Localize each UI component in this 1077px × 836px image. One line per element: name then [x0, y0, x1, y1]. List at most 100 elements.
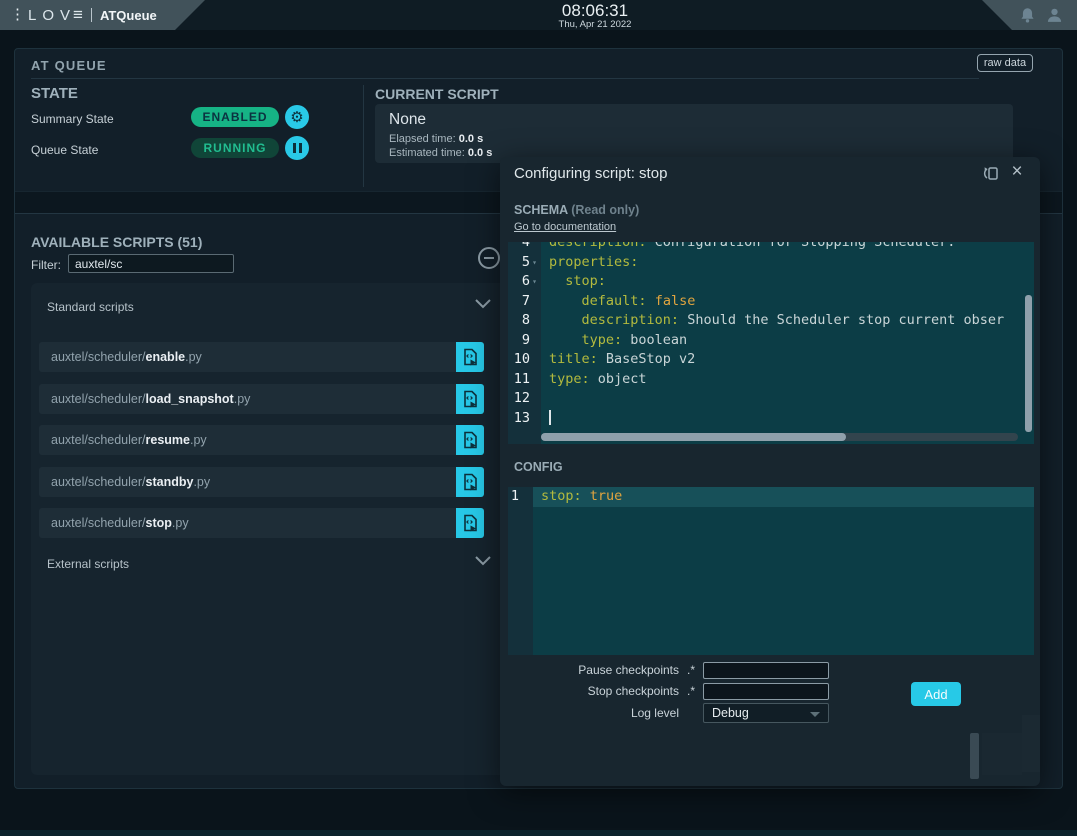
estimated-time-label: Estimated time:	[389, 147, 465, 159]
schema-title: SCHEMA	[514, 203, 568, 217]
text-cursor	[549, 410, 551, 425]
launch-script-icon	[462, 514, 479, 532]
config-code: stop: true	[533, 487, 1034, 655]
notifications-bell-icon[interactable]	[1019, 7, 1036, 24]
atqueue-app: ⋮ LOV ≡ ATQueue 08:06:31 Thu, Apr 21 202…	[0, 0, 1077, 836]
pause-checkpoints-hint: .*	[683, 663, 695, 677]
launch-script-button[interactable]	[456, 342, 484, 372]
modal-title: Configuring script: stop	[514, 165, 667, 182]
summary-state-badge: ENABLED	[191, 107, 279, 127]
menu-icon[interactable]: ⋮	[10, 0, 28, 30]
top-bar-right	[982, 0, 1077, 30]
pause-icon	[293, 143, 302, 153]
launch-script-icon	[462, 473, 479, 491]
standard-scripts-header[interactable]: Standard scripts	[47, 300, 134, 314]
schema-code: description: Configuration for Stopping …	[541, 242, 1034, 444]
chevron-down-icon[interactable]	[475, 299, 491, 309]
script-item[interactable]: auxtel/scheduler/resume.py	[39, 425, 484, 455]
launch-script-button[interactable]	[456, 384, 484, 414]
state-section-title: STATE	[31, 85, 78, 102]
chevron-down-icon[interactable]	[475, 556, 491, 566]
log-level-value: Debug	[712, 706, 749, 720]
line-number: 11	[508, 370, 541, 390]
external-scripts-header[interactable]: External scripts	[47, 557, 129, 571]
pause-checkpoints-label: Pause checkpoints	[508, 663, 679, 677]
gear-icon: ⚙	[290, 110, 303, 125]
code-line	[549, 409, 1034, 429]
logo-divider	[91, 8, 92, 22]
elapsed-time-label: Elapsed time:	[389, 133, 456, 145]
current-script-card: None Elapsed time: 0.0 s Estimated time:…	[375, 104, 1013, 163]
launch-script-button[interactable]	[456, 425, 484, 455]
clock: 08:06:31 Thu, Apr 21 2022	[530, 2, 660, 30]
page-title: AT QUEUE	[31, 58, 107, 73]
queue-state-label: Queue State	[31, 143, 98, 157]
schema-gutter: 45▾6▾78910111213	[508, 242, 541, 444]
code-line	[549, 389, 1034, 409]
line-number: 4	[508, 242, 541, 253]
code-line: stop: true	[533, 487, 1034, 507]
current-script-name: None	[389, 111, 999, 129]
line-number: 13	[508, 409, 541, 429]
raw-data-button[interactable]: raw data	[977, 54, 1033, 72]
configure-script-modal: Configuring script: stop × SCHEMA (Read …	[500, 157, 1040, 786]
available-scripts-title: AVAILABLE SCRIPTS (51)	[31, 234, 202, 250]
estimated-time-value: 0.0 s	[468, 147, 492, 159]
summary-state-label: Summary State	[31, 112, 114, 126]
close-icon[interactable]: ×	[1006, 160, 1028, 184]
user-icon[interactable]	[1046, 7, 1063, 24]
script-item[interactable]: auxtel/scheduler/enable.py	[39, 342, 484, 372]
code-line: type: boolean	[549, 331, 1034, 351]
code-line: default: false	[549, 292, 1034, 312]
script-path: auxtel/scheduler/stop.py	[39, 516, 456, 530]
horizontal-scrollbar	[541, 433, 1018, 441]
current-script-section-title: CURRENT SCRIPT	[375, 86, 499, 102]
section-vertical-divider	[363, 85, 364, 187]
elapsed-time-value: 0.0 s	[459, 133, 483, 145]
filter-label: Filter:	[31, 258, 61, 272]
horizontal-scrollbar-thumb[interactable]	[541, 433, 846, 441]
script-item[interactable]: auxtel/scheduler/standby.py	[39, 467, 484, 497]
app-name: ATQueue	[100, 8, 157, 23]
launch-script-button[interactable]	[456, 508, 484, 538]
stop-checkpoints-hint: .*	[683, 684, 695, 698]
launch-script-button[interactable]	[456, 467, 484, 497]
line-number: 12	[508, 389, 541, 409]
resize-icon	[981, 164, 1001, 184]
line-number: 10	[508, 350, 541, 370]
add-button[interactable]: Add	[911, 682, 961, 706]
top-bar-left: ⋮ LOV ≡ ATQueue	[0, 0, 205, 30]
line-number: 6▾	[508, 272, 541, 292]
vertical-scrollbar-thumb[interactable]	[1025, 295, 1032, 432]
documentation-link[interactable]: Go to documentation	[514, 221, 616, 233]
code-line: stop:	[549, 272, 1034, 292]
line-number: 7	[508, 292, 541, 312]
stop-checkpoints-label: Stop checkpoints	[508, 684, 679, 698]
love-logo-e-icon: ≡	[73, 5, 83, 25]
config-code-editor[interactable]: 1 stop: true	[508, 487, 1034, 655]
love-logo: LOV	[28, 7, 76, 24]
collapse-section-icon[interactable]	[478, 247, 500, 269]
launch-script-icon	[462, 390, 479, 408]
script-item[interactable]: auxtel/scheduler/load_snapshot.py	[39, 384, 484, 414]
footer-strip	[0, 830, 1077, 836]
filter-input[interactable]	[68, 254, 234, 273]
config-gutter: 1	[508, 487, 533, 655]
pause-checkpoints-input[interactable]	[703, 662, 829, 679]
summary-state-config-button[interactable]: ⚙	[285, 105, 309, 129]
pause-queue-button[interactable]	[285, 136, 309, 160]
stop-checkpoints-input[interactable]	[703, 683, 829, 700]
modal-corner-panel	[1022, 715, 1040, 772]
schema-readonly-label: (Read only)	[571, 203, 639, 217]
log-level-select[interactable]: Debug	[703, 703, 829, 723]
modal-scroll-track	[982, 733, 1022, 775]
script-item[interactable]: auxtel/scheduler/stop.py	[39, 508, 484, 538]
resize-panel-button[interactable]	[981, 164, 1001, 184]
log-level-label: Log level	[508, 706, 679, 720]
modal-scrollbar-thumb[interactable]	[970, 733, 979, 779]
config-title: CONFIG	[514, 460, 563, 474]
line-number: 1	[508, 487, 533, 507]
line-number: 5▾	[508, 253, 541, 273]
schema-code-editor[interactable]: 45▾6▾78910111213 description: Configurat…	[508, 242, 1034, 444]
code-line: properties:	[549, 253, 1034, 273]
